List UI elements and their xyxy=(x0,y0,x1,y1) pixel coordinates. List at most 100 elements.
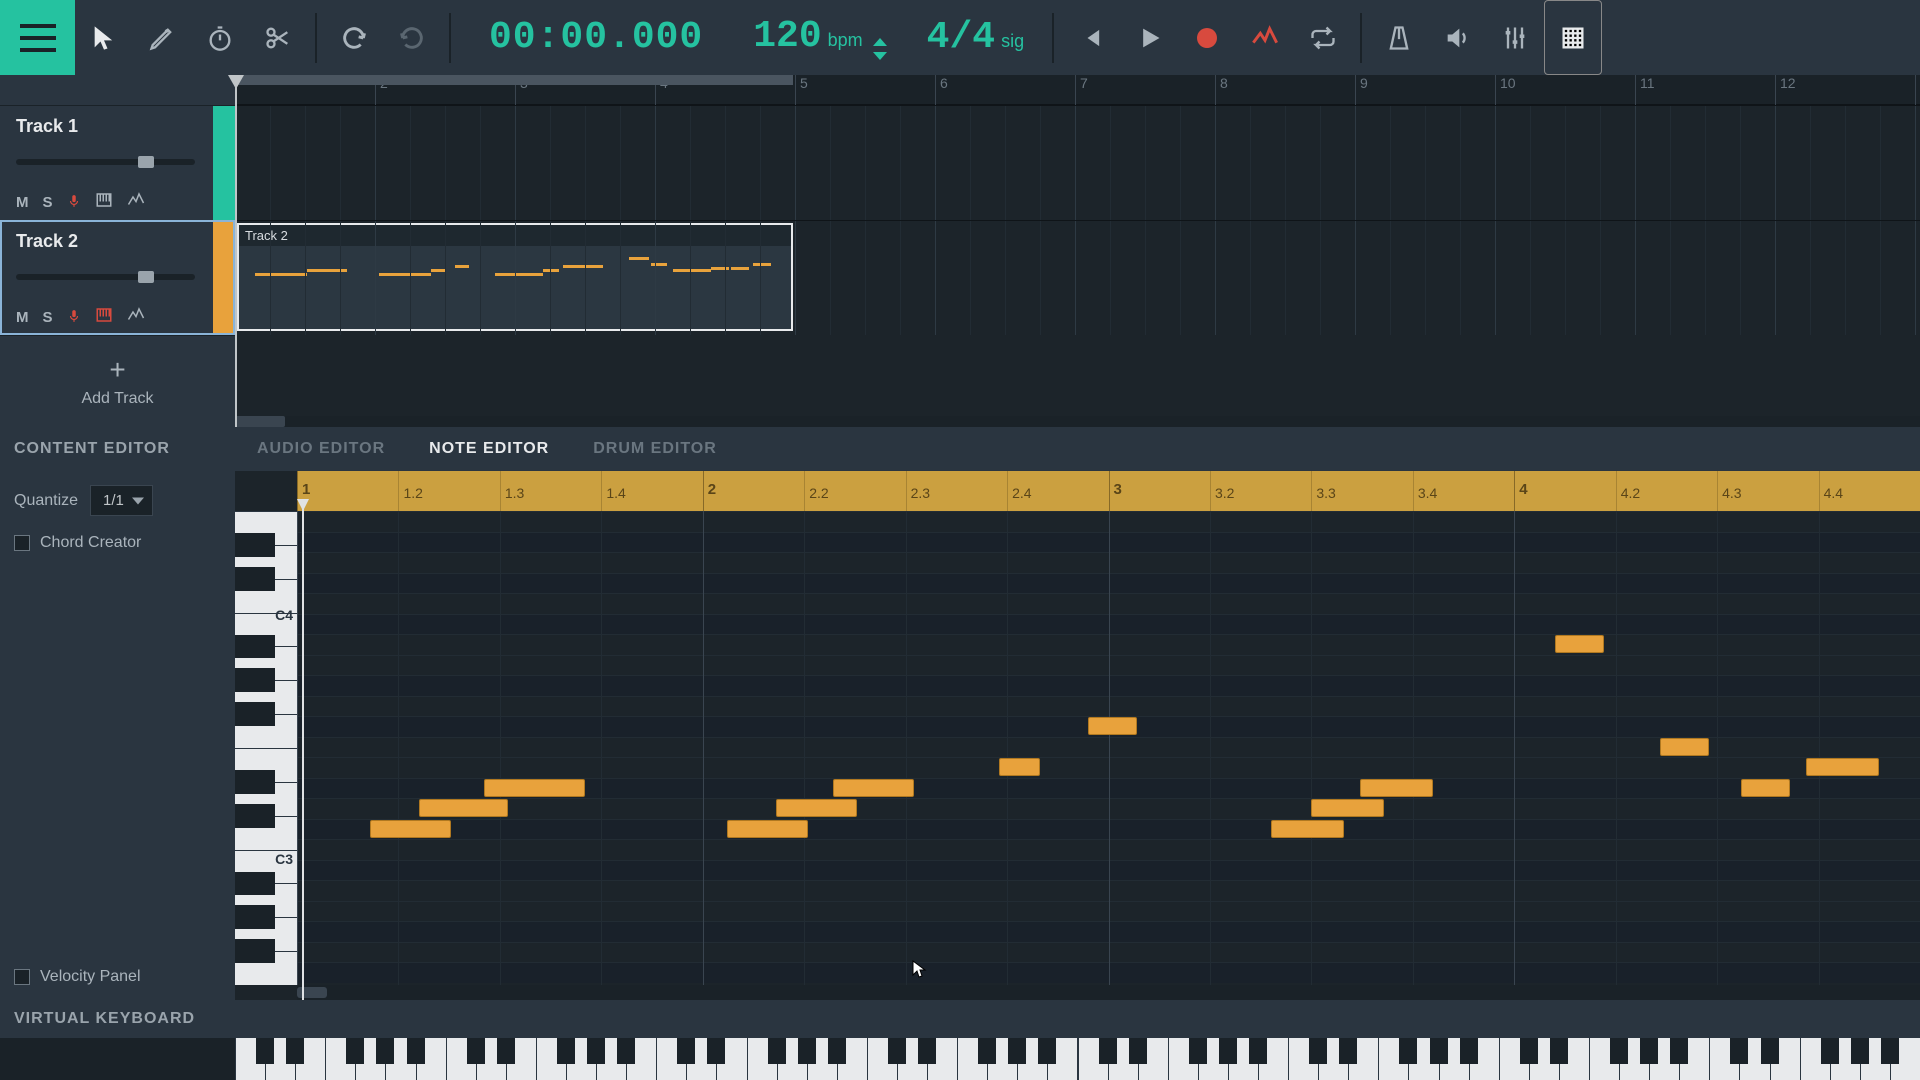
vk-black-key[interactable] xyxy=(1399,1038,1417,1064)
scrollbar-thumb[interactable] xyxy=(235,416,285,427)
record-button[interactable] xyxy=(1178,0,1236,75)
vk-black-key[interactable] xyxy=(888,1038,906,1064)
midi-note[interactable] xyxy=(419,799,508,817)
track-name[interactable]: Track 2 xyxy=(16,231,201,252)
vk-black-key[interactable] xyxy=(918,1038,936,1064)
arranger-scrollbar[interactable] xyxy=(235,416,1920,427)
arranger-playhead[interactable] xyxy=(235,75,237,427)
midi-note[interactable] xyxy=(1806,758,1879,776)
vk-black-key[interactable] xyxy=(828,1038,846,1064)
vk-black-key[interactable] xyxy=(677,1038,695,1064)
vk-black-key[interactable] xyxy=(1038,1038,1056,1064)
vk-black-key[interactable] xyxy=(286,1038,304,1064)
midi-note[interactable] xyxy=(370,820,451,838)
automation-button[interactable] xyxy=(127,191,145,214)
track-fader[interactable] xyxy=(16,274,195,280)
virtual-keyboard-title[interactable]: VIRTUAL KEYBOARD xyxy=(0,1000,1920,1038)
vk-black-key[interactable] xyxy=(1099,1038,1117,1064)
vk-black-key[interactable] xyxy=(1249,1038,1267,1064)
tempo-up[interactable] xyxy=(873,38,887,46)
piano-keyboard[interactable]: C4C3 xyxy=(235,511,297,985)
vk-black-key[interactable] xyxy=(1309,1038,1327,1064)
vk-black-key[interactable] xyxy=(1761,1038,1779,1064)
midi-note[interactable] xyxy=(1271,820,1344,838)
note-grid[interactable] xyxy=(297,511,1920,985)
track-color[interactable] xyxy=(213,106,235,220)
draw-tool[interactable] xyxy=(133,0,191,75)
vk-black-key[interactable] xyxy=(1730,1038,1748,1064)
vk-black-key[interactable] xyxy=(1129,1038,1147,1064)
midi-note[interactable] xyxy=(1360,779,1433,797)
arm-button[interactable] xyxy=(1236,0,1294,75)
midi-note[interactable] xyxy=(1660,738,1709,756)
vk-black-key[interactable] xyxy=(1430,1038,1448,1064)
vk-black-key[interactable] xyxy=(798,1038,816,1064)
midi-note[interactable] xyxy=(776,799,857,817)
track-fader[interactable] xyxy=(16,159,195,165)
vk-black-key[interactable] xyxy=(1008,1038,1026,1064)
note-editor-ruler[interactable]: 11.21.31.422.22.32.433.23.33.444.24.34.4 xyxy=(297,471,1920,511)
redo-button[interactable] xyxy=(383,0,441,75)
midi-note[interactable] xyxy=(1555,635,1604,653)
midi-note[interactable] xyxy=(1311,799,1384,817)
vk-black-key[interactable] xyxy=(346,1038,364,1064)
vk-black-key[interactable] xyxy=(1189,1038,1207,1064)
velocity-panel-checkbox[interactable]: Velocity Panel xyxy=(14,968,221,986)
vk-black-key[interactable] xyxy=(256,1038,274,1064)
add-track-button[interactable]: + Add Track xyxy=(0,335,235,427)
vk-black-key[interactable] xyxy=(1550,1038,1568,1064)
vk-black-key[interactable] xyxy=(1219,1038,1237,1064)
snap-button[interactable] xyxy=(1544,0,1602,75)
countin-button[interactable] xyxy=(1428,0,1486,75)
time-display[interactable]: 00:00.000 xyxy=(459,16,733,59)
vk-black-key[interactable] xyxy=(768,1038,786,1064)
midi-note[interactable] xyxy=(1741,779,1790,797)
chord-creator-checkbox[interactable]: Chord Creator xyxy=(14,534,221,552)
vk-black-key[interactable] xyxy=(1640,1038,1658,1064)
metronome-button[interactable] xyxy=(1370,0,1428,75)
mute-button[interactable]: M xyxy=(16,194,29,211)
cut-tool[interactable] xyxy=(249,0,307,75)
vk-black-key[interactable] xyxy=(1460,1038,1478,1064)
mixer-button[interactable] xyxy=(1486,0,1544,75)
vk-black-key[interactable] xyxy=(497,1038,515,1064)
arm-track-button[interactable] xyxy=(67,194,81,212)
vk-black-key[interactable] xyxy=(557,1038,575,1064)
mute-button[interactable]: M xyxy=(16,309,29,326)
play-button[interactable] xyxy=(1120,0,1178,75)
instrument-button[interactable] xyxy=(95,306,113,329)
vk-black-key[interactable] xyxy=(1670,1038,1688,1064)
skip-start-button[interactable] xyxy=(1062,0,1120,75)
midi-note[interactable] xyxy=(1088,717,1137,735)
editor-tab-drum-editor[interactable]: DRUM EDITOR xyxy=(571,427,739,471)
vk-black-key[interactable] xyxy=(1821,1038,1839,1064)
vk-black-key[interactable] xyxy=(1339,1038,1357,1064)
arranger-track-lane-2[interactable]: Track 2 xyxy=(235,220,1920,335)
pointer-tool[interactable] xyxy=(75,0,133,75)
vk-black-key[interactable] xyxy=(978,1038,996,1064)
virtual-keyboard[interactable] xyxy=(235,1038,1920,1080)
instrument-button[interactable] xyxy=(95,191,113,214)
tempo-down[interactable] xyxy=(873,52,887,60)
track-row-1[interactable]: Track 1 M S xyxy=(0,105,235,220)
vk-black-key[interactable] xyxy=(467,1038,485,1064)
midi-note[interactable] xyxy=(484,779,585,797)
tempo-display[interactable]: 120 bpm xyxy=(733,15,906,60)
automation-button[interactable] xyxy=(127,306,145,329)
loop-region[interactable] xyxy=(235,75,793,85)
vk-black-key[interactable] xyxy=(617,1038,635,1064)
timer-tool[interactable] xyxy=(191,0,249,75)
quantize-select[interactable]: 1/1 xyxy=(90,485,153,516)
arm-track-button[interactable] xyxy=(67,309,81,327)
track-color[interactable] xyxy=(213,221,235,335)
editor-tab-note-editor[interactable]: NOTE EDITOR xyxy=(407,427,571,471)
vk-black-key[interactable] xyxy=(376,1038,394,1064)
vk-black-key[interactable] xyxy=(1520,1038,1538,1064)
loop-button[interactable] xyxy=(1294,0,1352,75)
solo-button[interactable]: S xyxy=(43,194,53,211)
editor-tab-audio-editor[interactable]: AUDIO EDITOR xyxy=(235,427,407,471)
note-editor-playhead[interactable] xyxy=(297,471,309,1000)
midi-note[interactable] xyxy=(999,758,1040,776)
arranger-track-lane-1[interactable] xyxy=(235,105,1920,220)
midi-note[interactable] xyxy=(727,820,808,838)
